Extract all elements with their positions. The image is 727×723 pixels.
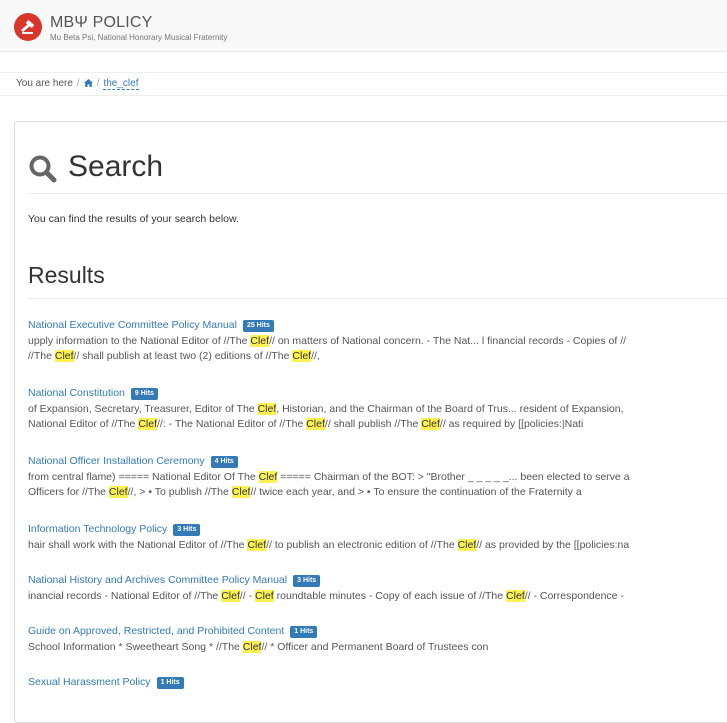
search-term-highlight: Clef [54,350,74,362]
search-result: Guide on Approved, Restricted, and Prohi… [28,624,727,655]
divider [28,193,727,194]
search-term-highlight: Clef [506,589,525,602]
home-icon[interactable] [83,78,93,89]
hits-badge: 4 Hits [210,456,238,468]
breadcrumb-prefix: You are here [16,78,73,89]
hits-badge: 1 Hits [290,626,318,638]
search-term-highlight: Clef [257,402,277,415]
search-term-highlight: Clef [138,418,157,430]
hits-badge: 3 Hits [293,575,321,587]
result-snippet: of Expansion, Secretary, Treasurer, Edit… [28,402,624,415]
search-result: Information Technology Policy 3 Hits hair … [28,522,727,553]
site-logo-icon[interactable] [14,13,42,41]
result-title-link[interactable]: Sexual Harassment Policy [28,676,151,688]
hits-badge: 1 Hits [156,677,184,689]
result-title-link[interactable]: Guide on Approved, Restricted, and Prohi… [28,625,284,637]
result-title-link[interactable]: National Constitution [28,387,125,399]
search-term-highlight: Clef [221,589,240,602]
search-term-highlight: Clef [247,538,267,551]
search-intro-text: You can find the results of your search … [28,213,239,225]
site-name[interactable]: MBΨ POLICY [50,14,153,32]
search-result: National Constitution 9 Hits of Expansion,… [28,386,727,433]
search-term-highlight: Clef [292,350,312,362]
breadcrumb-current-link[interactable]: the_clef [103,78,139,90]
divider [28,298,727,299]
search-term-highlight: Clef [231,486,251,498]
result-title-link[interactable]: National Officer Installation Ceremony [28,455,205,467]
result-snippet: Officers for //The Clef//, > • To publis… [28,486,582,498]
search-icon [29,155,57,183]
site-tagline: Mu Beta Psi, National Honorary Musical F… [50,33,228,42]
result-snippet: inancial records - National Editor of //… [28,589,624,602]
search-term-highlight: Clef [255,589,274,602]
search-term-highlight: Clef [258,470,278,483]
page-title: Search [68,150,164,183]
result-snippet: National Editor of //The Clef//: - The N… [28,418,584,430]
result-title-link[interactable]: National History and Archives Committee … [28,574,287,586]
search-term-highlight: Clef [306,418,325,430]
search-result: National History and Archives Committee … [28,573,727,604]
hits-badge: 3 Hits [173,524,201,536]
result-snippet: from central flame) ===== National Edito… [28,470,630,483]
search-term-highlight: Clef [421,418,440,430]
search-term-highlight: Clef [242,640,262,653]
hits-badge: 9 Hits [130,388,158,400]
search-term-highlight: Clef [108,486,128,498]
search-result: National Officer Installation Ceremony 4 … [28,454,727,501]
search-term-highlight: Clef [250,334,270,347]
search-term-highlight: Clef [457,538,477,551]
result-title-link[interactable]: Information Technology Policy [28,523,167,535]
search-result: National Executive Committee Policy Manu… [28,318,727,365]
site-header: MBΨ POLICY Mu Beta Psi, National Honorar… [0,0,727,52]
result-title-link[interactable]: National Executive Committee Policy Manu… [28,319,237,331]
result-snippet: hair shall work with the National Editor… [28,538,630,551]
results-heading: Results [28,262,105,288]
result-snippet: upply information to the National Editor… [28,334,627,347]
result-snippet: //The Clef// shall publish at least two … [28,350,320,362]
hits-badge: 25 Hits [242,320,274,332]
result-snippet: School Information * Sweetheart Song * /… [28,640,489,653]
breadcrumb: You are here / / the_clef [0,72,727,96]
